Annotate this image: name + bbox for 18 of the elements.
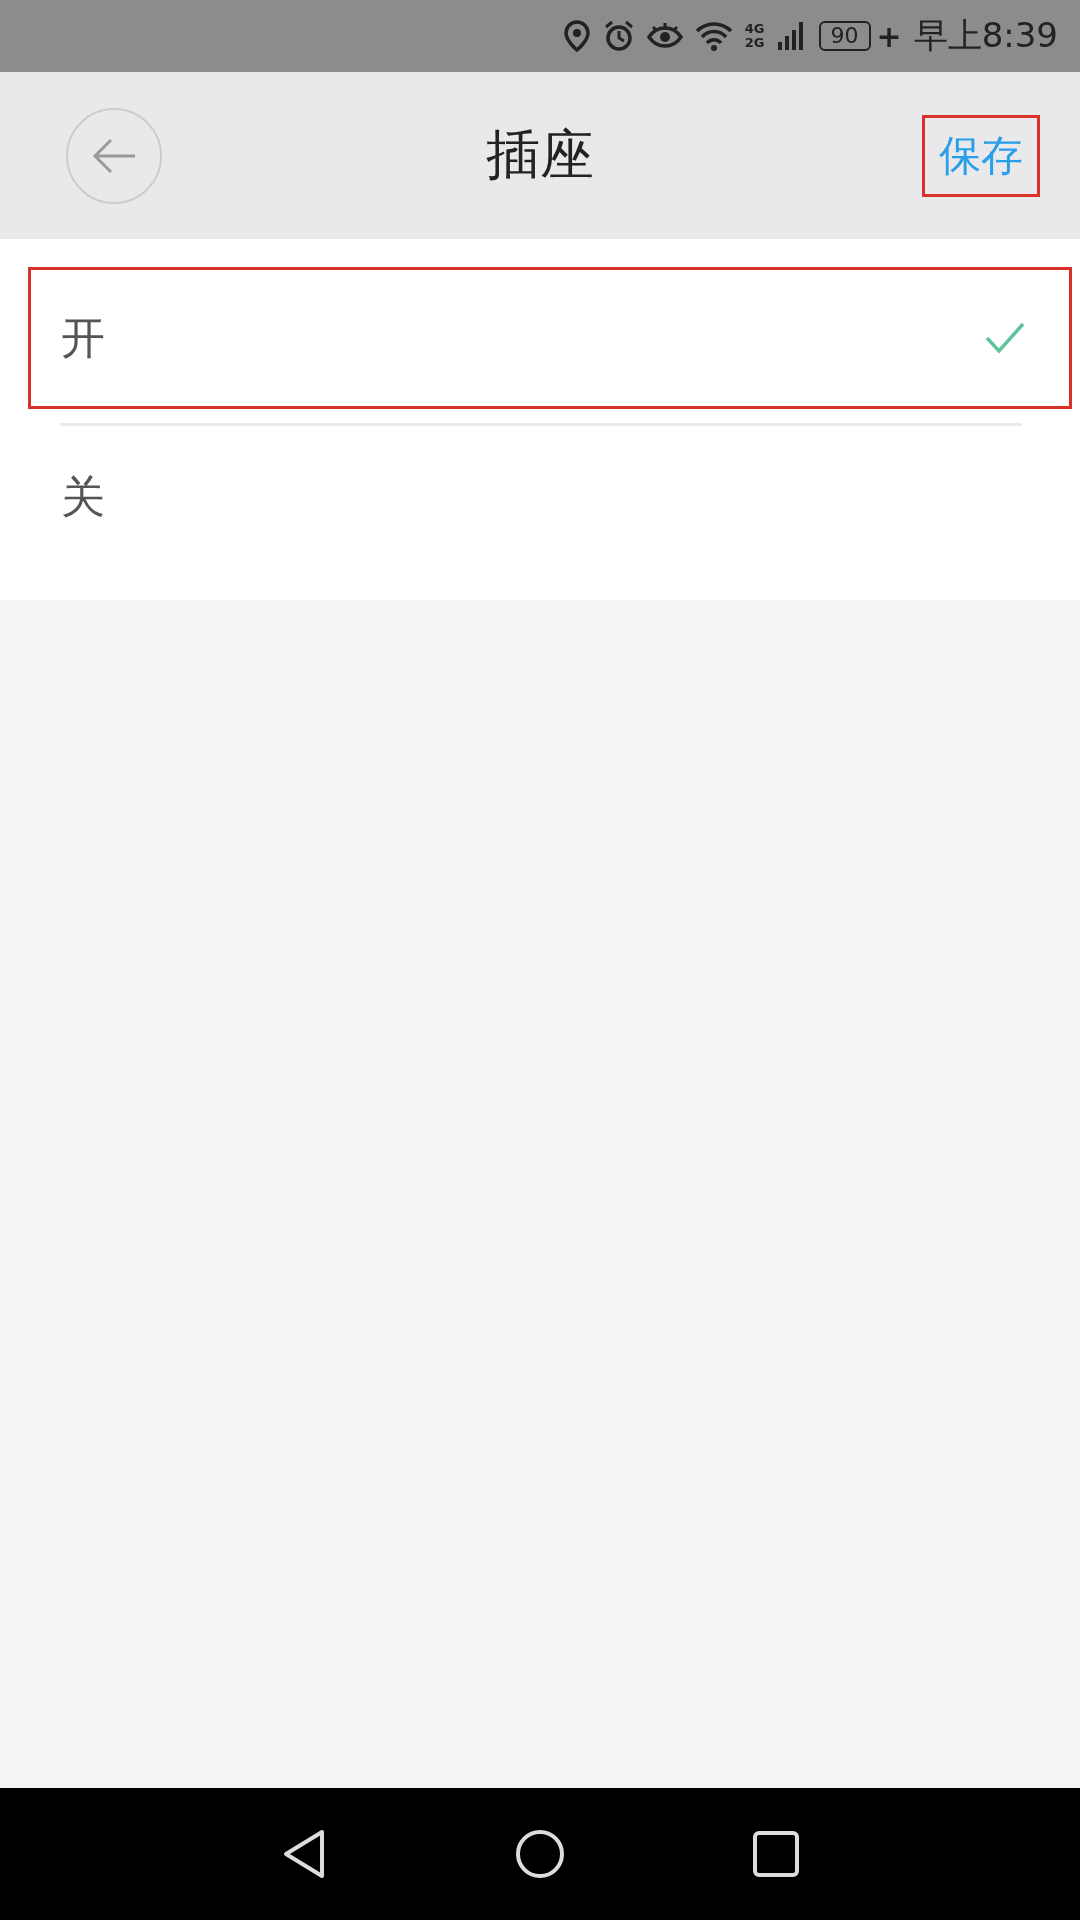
- option-label: 开: [61, 310, 105, 365]
- network-label: 4G: [744, 22, 765, 36]
- charging-mark: +: [876, 18, 902, 54]
- check-icon: [985, 322, 1025, 354]
- alarm-icon: [602, 20, 635, 52]
- battery-indicator: 90: [818, 21, 871, 51]
- wifi-icon: [694, 21, 733, 51]
- status-time: 早上8:39: [913, 14, 1058, 57]
- home-icon[interactable]: [514, 1828, 566, 1880]
- recents-icon[interactable]: [752, 1830, 800, 1878]
- option-item[interactable]: 开: [28, 267, 1072, 409]
- network-label: 2G: [744, 36, 765, 50]
- eye-icon: [646, 22, 683, 50]
- location-icon: [562, 20, 591, 52]
- option-label: 关: [61, 469, 105, 524]
- page-title: 插座: [486, 122, 594, 188]
- arrow-icon: [91, 137, 137, 174]
- option-item[interactable]: 关: [28, 426, 1072, 568]
